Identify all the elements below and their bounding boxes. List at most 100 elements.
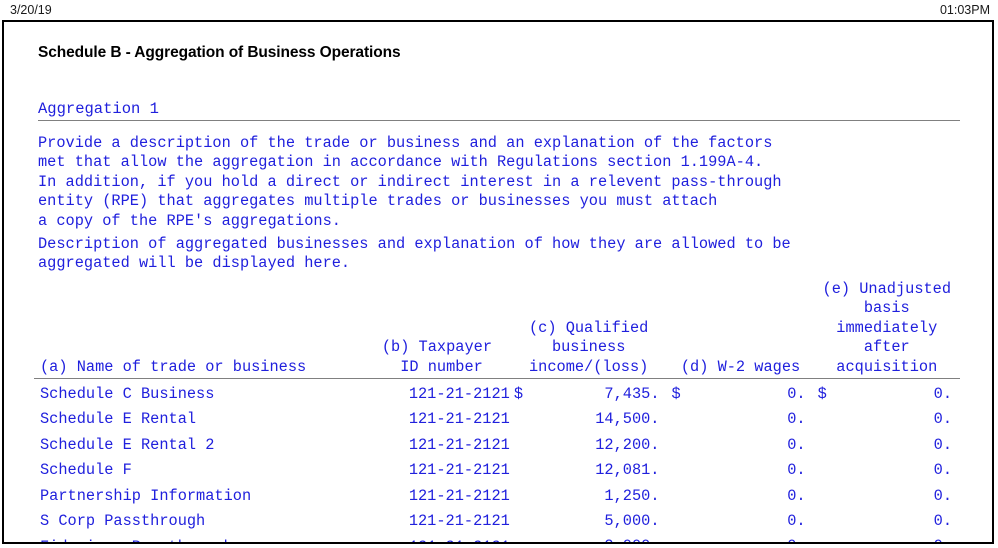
amount-value: 0. [787,461,806,480]
amount-wrapper: $7,435. [510,385,664,404]
amount-value: 12,200. [595,435,660,454]
table-header-row: (a) Name of trade or business (b) Taxpay… [34,280,960,380]
column-header-ubia-text: (e) Unadjusted basis immediately after a… [822,280,952,376]
amount-wrapper: $14,500. [510,410,664,429]
table-row: S Corp Passthrough121-21-2121$5,000.$0.$… [34,506,960,531]
table-cell-business-name: Fiduciary Passthrough [34,531,364,542]
amount-wrapper: $0. [814,385,956,404]
aggregation-table: (a) Name of trade or business (b) Taxpay… [34,280,960,542]
form-page-frame: Schedule B - Aggregation of Business Ope… [2,20,994,544]
currency-symbol: $ [513,385,523,404]
amount-wrapper: $0. [814,410,956,429]
amount-value: 0. [787,410,806,429]
table-cell-amount: $0. [668,455,814,480]
table-cell-business-name: Schedule C Business [40,385,215,404]
print-header: 3/20/19 01:03PM [0,0,998,21]
print-time: 01:03PM [939,3,990,17]
amount-value: 5,000. [604,512,660,531]
column-header-qbi: (c) Qualified business income/(loss) [509,280,668,380]
column-header-wages-text: (d) W-2 wages [680,357,801,376]
column-header-ubia: (e) Unadjusted basis immediately after a… [813,280,960,380]
table-cell-amount: $12,200. [510,430,668,455]
column-header-tin-text: (b) Taxpayer ID number [381,338,492,376]
amount-value: 0. [933,461,952,480]
table-cell-business-name: S Corp Passthrough [40,512,206,531]
table-cell-amount: $0. [814,481,960,506]
amount-wrapper: $0. [814,537,956,542]
amount-wrapper: $0. [668,461,810,480]
amount-wrapper: $0. [814,487,956,506]
table-cell-business-name: Partnership Information [40,486,252,505]
table-cell-taxpayer-id: 121-21-2121 [364,531,510,542]
amount-value: 14,500. [595,410,660,429]
table-cell-amount: $0. [814,455,960,480]
table-row: Schedule C Business 121-21-2121 $7,435. $0.… [34,379,960,405]
table-cell-taxpayer-id: 121-21-2121 [408,512,510,531]
currency-symbol: $ [671,385,681,404]
table-cell-business-name: Schedule E Rental 2 [40,435,215,454]
table-cell-amount: $1,250. [510,481,668,506]
amount-value: 0. [933,486,952,505]
form-page-content: Schedule B - Aggregation of Business Ope… [4,22,992,542]
table-cell-taxpayer-id: 121-21-2121 [408,486,510,505]
table-cell-taxpayer-id: 121-21-2121 [408,435,510,454]
amount-value: 0. [933,512,952,531]
amount-value: 0. [787,537,809,542]
amount-wrapper: $1,250. [510,487,664,506]
amount-value: 0. [787,385,806,404]
amount-wrapper: $0. [668,537,810,542]
amount-value: 3,000. [604,537,663,542]
table-cell-amount: $3,000. [510,531,668,542]
table-cell-amount: $12,081. [510,455,668,480]
page-title: Schedule B - Aggregation of Business Ope… [38,44,401,61]
amount-wrapper: $0. [668,410,810,429]
amount-wrapper: $0. [668,512,810,531]
table-cell-amount: $0. [814,379,960,405]
aggregation-section: Aggregation 1 [38,100,960,121]
table-cell-taxpayer-id: 121-21-2121 [408,385,510,404]
amount-wrapper: $0. [814,461,956,480]
column-header-name: (a) Name of trade or business [34,280,365,380]
table-row: Partnership Information 121-21-2121$1,250… [34,481,960,506]
print-date: 3/20/19 [10,3,52,17]
column-header-name-text: (a) Name of trade or business [40,357,307,376]
table-row: Fiduciary Passthrough121-21-2121$3,000. $… [34,531,960,542]
amount-wrapper: $12,200. [510,436,664,455]
table-cell-amount: $0. [668,430,814,455]
amount-wrapper: $0. [814,512,956,531]
amount-value: 0. [934,537,956,542]
aggregation-heading: Aggregation 1 [38,100,159,118]
description-paragraph: Description of aggregated businesses and… [38,235,791,273]
amount-wrapper: $0. [668,487,810,506]
table-cell-amount: $0. [668,506,814,531]
amount-value: 1,250. [604,486,660,505]
table-row: Schedule F121-21-2121$12,081.$0.$0. [34,455,960,480]
table-cell-amount: $0. [668,481,814,506]
currency-symbol: $ [817,385,827,404]
table-cell-taxpayer-id: 121-21-2121 [408,410,510,429]
amount-value: 0. [933,385,952,404]
table-body: Schedule C Business 121-21-2121 $7,435. $0.… [34,379,960,542]
table-row: Schedule E Rental 2121-21-2121$12,200.$0… [34,430,960,455]
amount-value: 0. [787,486,806,505]
amount-value: 0. [933,410,952,429]
amount-wrapper: $0. [814,436,956,455]
table-cell-business-name: Schedule F [40,461,132,480]
table-cell-amount: $7,435. [510,379,668,405]
instructions-paragraph: Provide a description of the trade or bu… [38,134,782,230]
amount-wrapper: $12,081. [510,461,664,480]
column-header-qbi-text: (c) Qualified business income/(loss) [528,318,649,376]
amount-value: 0. [787,512,806,531]
column-header-tin: (b) Taxpayer ID number [364,280,510,380]
amount-value: 12,081. [595,461,660,480]
amount-wrapper: $5,000. [510,512,664,531]
amount-wrapper: $0. [668,385,810,404]
table-cell-amount: $0. [814,430,960,455]
column-header-wages: (d) W-2 wages [667,280,814,380]
table-cell-amount: $0. [814,506,960,531]
table-header: (a) Name of trade or business (b) Taxpay… [34,280,960,380]
amount-value: 0. [787,435,806,454]
amount-value: 7,435. [604,385,660,404]
table-cell-business-name: Schedule E Rental [40,410,197,429]
table-row: Schedule E Rental121-21-2121$14,500.$0.$… [34,404,960,429]
